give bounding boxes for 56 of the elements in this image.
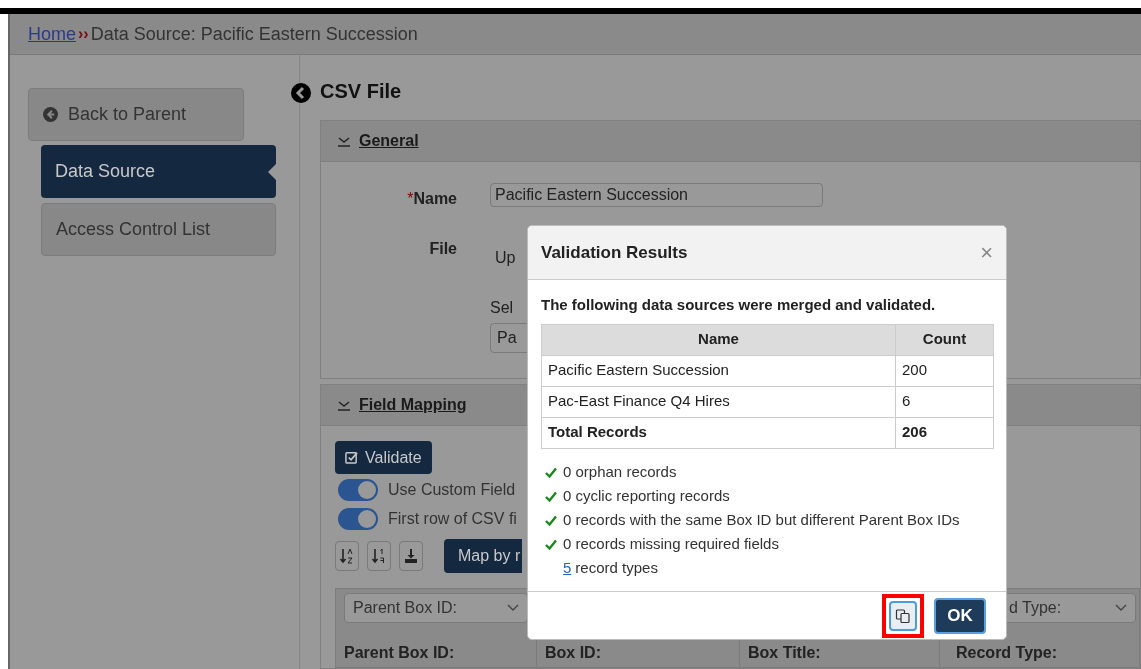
- required-mark: *: [407, 190, 414, 207]
- column-select[interactable]: Parent Box ID:: [344, 593, 528, 623]
- column-header: Count: [895, 324, 994, 355]
- validate-button[interactable]: Validate: [335, 441, 432, 474]
- column-label: Box Title:: [748, 643, 822, 663]
- chevron-down-icon: [337, 135, 351, 147]
- back-to-parent-button[interactable]: Back to Parent: [28, 88, 244, 141]
- table-cell: Pacific Eastern Succession: [541, 355, 896, 386]
- table-cell: 6: [895, 386, 994, 417]
- caret-icon: [507, 604, 519, 612]
- column-label: Record Type:: [955, 643, 1059, 663]
- back-arrow-icon: [43, 107, 58, 122]
- map-by-button[interactable]: Map by r: [444, 539, 522, 573]
- close-button[interactable]: ×: [980, 241, 993, 264]
- toggle-label: Use Custom Field: [388, 479, 516, 500]
- dialog-intro: The following data sources were merged and validated.: [541, 295, 937, 315]
- breadcrumb-separator: ››: [78, 24, 89, 44]
- checkbox-icon: [345, 451, 358, 464]
- ok-button[interactable]: OK: [934, 597, 986, 634]
- column-label: Box ID:: [545, 643, 602, 663]
- home-link[interactable]: Home: [28, 20, 76, 48]
- column-header: Name: [541, 324, 896, 355]
- check-text: 0 cyclic reporting records: [563, 486, 730, 507]
- sort-19-icon[interactable]: [367, 541, 391, 571]
- collapse-sidebar-icon[interactable]: [291, 83, 311, 103]
- field-label: Name: [413, 190, 457, 207]
- page-title: CSV File: [320, 79, 403, 104]
- sort-az-icon[interactable]: [335, 541, 359, 571]
- check-text: 0 records with the same Box ID but different Parent Box IDs: [563, 510, 960, 531]
- table-cell: 200: [895, 355, 994, 386]
- copy-icon: [895, 607, 911, 624]
- record-types-text: record types: [575, 558, 658, 579]
- table-cell: Pac-East Finance Q4 Hires: [541, 386, 896, 417]
- column-label: Parent Box ID:: [344, 643, 456, 663]
- toggle-switch[interactable]: [338, 478, 378, 501]
- check-text: 0 orphan records: [563, 462, 677, 483]
- copy-button[interactable]: [889, 600, 917, 631]
- record-types-link[interactable]: 5: [563, 557, 572, 580]
- dialog-title: Validation Results: [541, 241, 688, 264]
- breadcrumb-current: Data Source: Pacific Eastern Succession: [90, 22, 418, 46]
- field-label: File: [428, 239, 457, 259]
- toggle-switch[interactable]: [338, 507, 378, 530]
- chevron-down-icon: [337, 399, 351, 411]
- panel-title-link[interactable]: General: [359, 129, 419, 153]
- caret-icon: [1115, 604, 1127, 612]
- name-input[interactable]: Pacific Eastern Succession: [490, 183, 823, 207]
- sidebar-item[interactable]: Data Source: [41, 145, 276, 198]
- check-text: 0 records missing required fields: [563, 534, 779, 555]
- upload-text: Up: [495, 249, 516, 266]
- table-cell: 206: [895, 417, 994, 448]
- table-cell: Total Records: [541, 417, 896, 448]
- select-label: Sel: [490, 299, 514, 316]
- toggle-label: First row of CSV fi: [388, 508, 517, 529]
- panel-title-link[interactable]: Field Mapping: [359, 393, 467, 417]
- download-icon[interactable]: [399, 541, 423, 571]
- sidebar-item[interactable]: Access Control List: [41, 203, 276, 256]
